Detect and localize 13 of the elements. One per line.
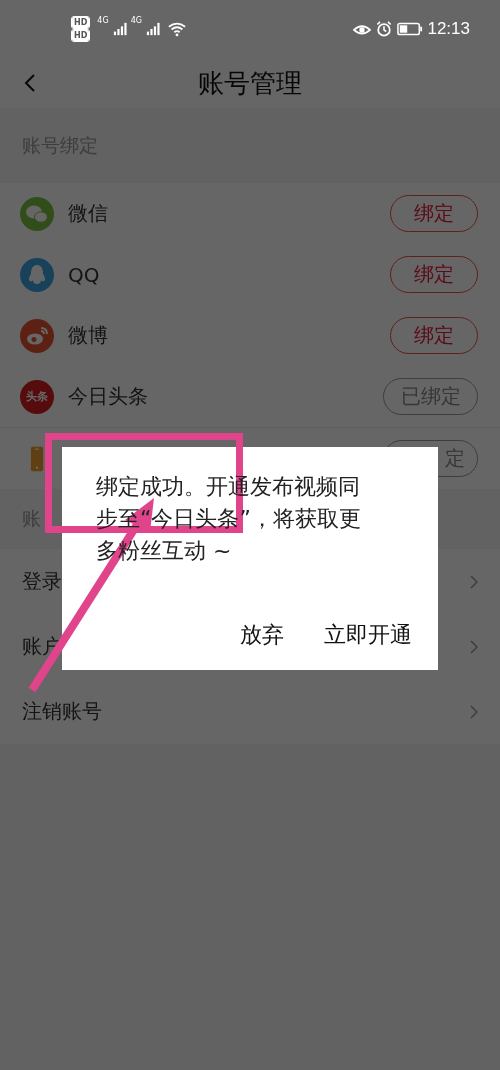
account-name: 今日头条 [68, 383, 149, 410]
account-name: 微博 [68, 322, 109, 349]
network-label: 4G [97, 16, 109, 25]
account-name: 微信 [68, 200, 109, 227]
page-title: 账号管理 [198, 66, 302, 100]
hd-badge: HD [72, 30, 90, 41]
news-logo-icon: 头条 [20, 379, 54, 414]
account-name: QQ [68, 262, 101, 287]
network-label: 4G [130, 16, 142, 25]
hd-badge: HD [72, 17, 90, 28]
settings-label: 登录 [22, 568, 62, 595]
clock-time: 12:13 [427, 19, 470, 39]
settings-label: 注销账号 [22, 698, 102, 725]
